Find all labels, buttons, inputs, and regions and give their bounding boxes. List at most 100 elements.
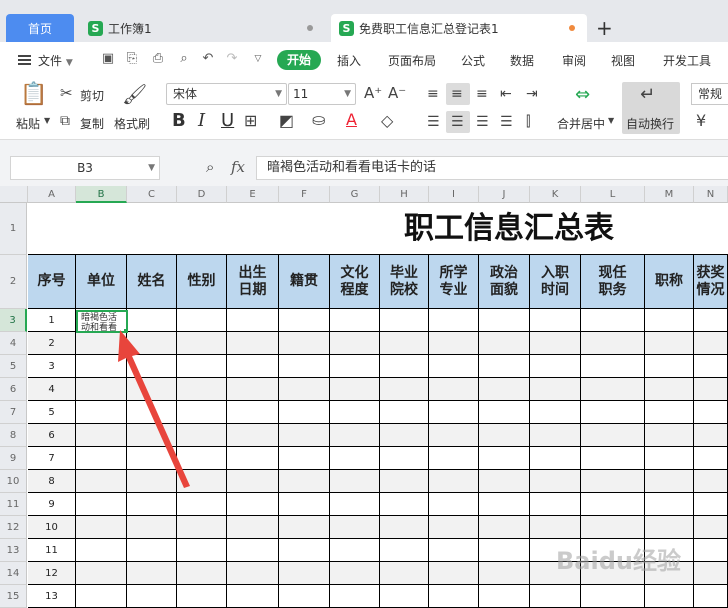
- table-cell[interactable]: [279, 401, 330, 424]
- auto-wrap-button[interactable]: 自动换行: [626, 115, 674, 132]
- table-cell[interactable]: [645, 401, 694, 424]
- table-cell[interactable]: [429, 516, 479, 539]
- table-cell[interactable]: [694, 378, 728, 401]
- row-header-13[interactable]: 13: [0, 539, 27, 562]
- column-header-l[interactable]: L: [581, 186, 645, 203]
- table-cell[interactable]: [330, 447, 380, 470]
- table-cell[interactable]: [76, 562, 127, 585]
- paste-icon[interactable]: 📋: [20, 82, 47, 108]
- column-header-i[interactable]: I: [429, 186, 479, 203]
- serial-cell[interactable]: 2: [28, 332, 76, 355]
- header-cell[interactable]: 毕业 院校: [380, 255, 429, 309]
- column-header-e[interactable]: E: [227, 186, 279, 203]
- copy-button[interactable]: 复制: [80, 115, 104, 132]
- menu-page-layout[interactable]: 页面布局: [388, 52, 436, 69]
- header-cell[interactable]: 文化 程度: [330, 255, 380, 309]
- table-cell[interactable]: [227, 493, 279, 516]
- menu-home-tab[interactable]: 开始: [277, 50, 321, 70]
- align-bottom-icon[interactable]: ≡: [476, 86, 488, 102]
- table-cell[interactable]: [177, 585, 227, 608]
- table-cell[interactable]: [694, 585, 728, 608]
- table-cell[interactable]: [530, 355, 581, 378]
- table-cell[interactable]: [380, 562, 429, 585]
- align-center-icon[interactable]: ☰: [451, 114, 464, 130]
- format-painter-button[interactable]: 格式刷: [114, 115, 150, 132]
- table-cell[interactable]: [694, 424, 728, 447]
- table-cell[interactable]: [530, 585, 581, 608]
- table-cell[interactable]: [279, 424, 330, 447]
- header-cell[interactable]: 姓名: [127, 255, 177, 309]
- header-cell[interactable]: 籍贯: [279, 255, 330, 309]
- table-cell[interactable]: [694, 470, 728, 493]
- table-cell[interactable]: [127, 516, 177, 539]
- table-cell[interactable]: [479, 516, 530, 539]
- table-cell[interactable]: [694, 447, 728, 470]
- menu-formulas[interactable]: 公式: [461, 52, 485, 69]
- eraser-icon[interactable]: ◇: [381, 111, 393, 130]
- row-header-5[interactable]: 5: [0, 355, 27, 378]
- table-cell[interactable]: [645, 424, 694, 447]
- table-cell[interactable]: [530, 516, 581, 539]
- table-cell[interactable]: [645, 378, 694, 401]
- table-cell[interactable]: [581, 424, 645, 447]
- table-cell[interactable]: [227, 585, 279, 608]
- table-cell[interactable]: [479, 447, 530, 470]
- table-cell[interactable]: [227, 309, 279, 332]
- header-cell[interactable]: 政治 面貌: [479, 255, 530, 309]
- row-header-9[interactable]: 9: [0, 447, 27, 470]
- table-cell[interactable]: [429, 470, 479, 493]
- redo-icon[interactable]: ↷: [224, 51, 240, 67]
- serial-cell[interactable]: 4: [28, 378, 76, 401]
- table-cell[interactable]: [279, 355, 330, 378]
- table-cell[interactable]: [227, 562, 279, 585]
- table-cell[interactable]: [530, 470, 581, 493]
- table-cell[interactable]: [279, 378, 330, 401]
- table-cell[interactable]: [330, 562, 380, 585]
- italic-button[interactable]: I: [198, 110, 205, 131]
- table-cell[interactable]: [694, 562, 728, 585]
- table-cell[interactable]: [76, 493, 127, 516]
- wrap-text-icon[interactable]: ↵: [640, 84, 655, 105]
- currency-icon[interactable]: ¥: [696, 111, 706, 130]
- bold-button[interactable]: B: [172, 110, 186, 131]
- row-header-12[interactable]: 12: [0, 516, 27, 539]
- table-cell[interactable]: [380, 470, 429, 493]
- table-cell[interactable]: [127, 562, 177, 585]
- undo-icon[interactable]: ↶: [200, 51, 216, 67]
- table-cell[interactable]: [530, 332, 581, 355]
- column-header-a[interactable]: A: [28, 186, 76, 203]
- table-cell[interactable]: [530, 447, 581, 470]
- table-cell[interactable]: [279, 562, 330, 585]
- serial-cell[interactable]: 12: [28, 562, 76, 585]
- font-size-select[interactable]: 11 ▼: [288, 83, 356, 105]
- table-cell[interactable]: [581, 447, 645, 470]
- menu-file[interactable]: 文件 ▼: [38, 52, 73, 69]
- table-cell[interactable]: [227, 378, 279, 401]
- table-cell[interactable]: [581, 585, 645, 608]
- table-cell[interactable]: [177, 516, 227, 539]
- table-cell[interactable]: [380, 401, 429, 424]
- table-cell[interactable]: [530, 309, 581, 332]
- serial-cell[interactable]: 6: [28, 424, 76, 447]
- paste-button[interactable]: 粘贴: [16, 115, 40, 132]
- table-cell[interactable]: [330, 332, 380, 355]
- table-cell[interactable]: [429, 309, 479, 332]
- align-right-icon[interactable]: ☰: [476, 114, 489, 130]
- table-cell[interactable]: [330, 516, 380, 539]
- table-cell[interactable]: [127, 585, 177, 608]
- table-cell[interactable]: [177, 539, 227, 562]
- table-cell[interactable]: [645, 332, 694, 355]
- header-cell[interactable]: 入职 时间: [530, 255, 581, 309]
- font-color-icon[interactable]: A: [346, 110, 357, 129]
- table-cell[interactable]: [227, 539, 279, 562]
- serial-cell[interactable]: 13: [28, 585, 76, 608]
- table-cell[interactable]: [227, 401, 279, 424]
- table-cell[interactable]: [479, 424, 530, 447]
- menu-insert[interactable]: 插入: [337, 52, 361, 69]
- table-cell[interactable]: [479, 378, 530, 401]
- table-cell[interactable]: [227, 355, 279, 378]
- header-cell[interactable]: 职称: [645, 255, 694, 309]
- table-cell[interactable]: [279, 585, 330, 608]
- table-cell[interactable]: [279, 447, 330, 470]
- justify-icon[interactable]: ☰: [500, 114, 513, 130]
